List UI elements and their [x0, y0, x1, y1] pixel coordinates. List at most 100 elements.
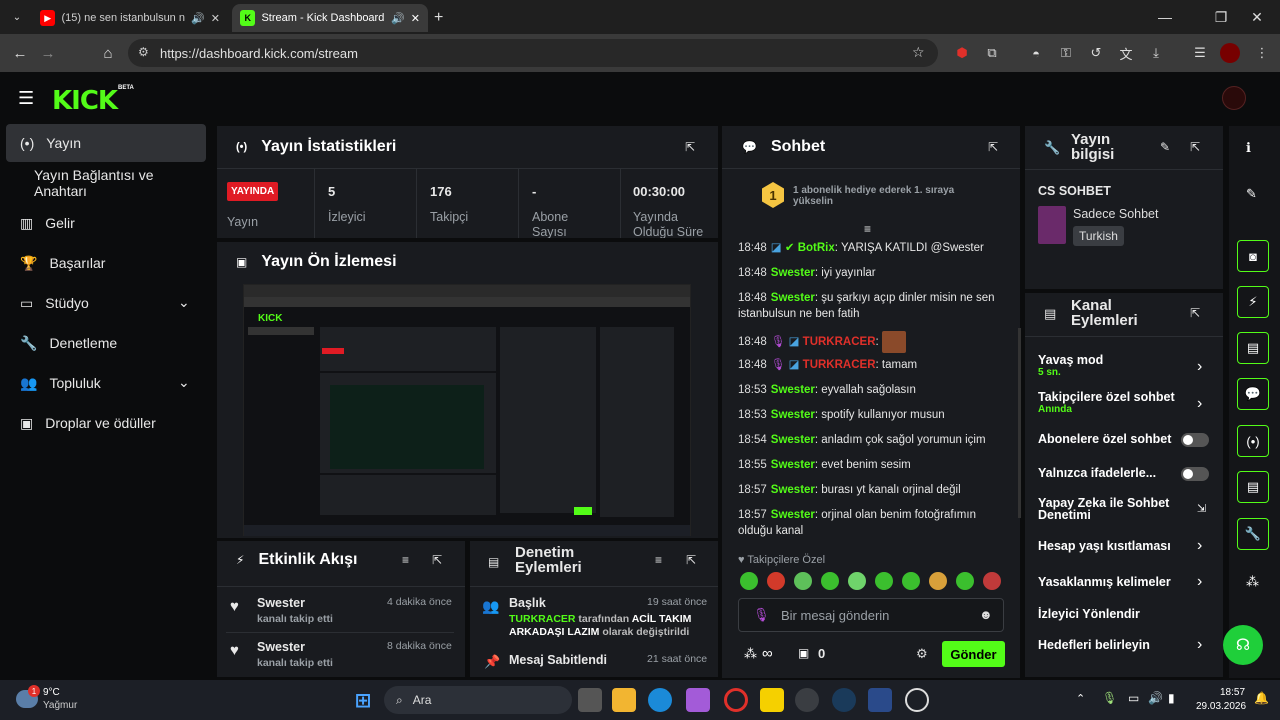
emote-icon[interactable]: [929, 572, 947, 590]
chat-user[interactable]: Swester: [771, 484, 815, 496]
emoji-icon[interactable]: ☻: [979, 607, 993, 622]
popout-icon[interactable]: ⇱: [432, 553, 442, 567]
chevron-right-icon[interactable]: ›: [1197, 537, 1202, 555]
chevron-right-icon[interactable]: ›: [1197, 573, 1202, 591]
slow-mode-row[interactable]: Yavaş mod 5 sn.: [1038, 353, 1214, 378]
tab-youtube[interactable]: ▶ (15) ne sen istanbulsun ne b 🔊 ✕: [32, 4, 228, 32]
emote-icon[interactable]: [767, 572, 785, 590]
emote-icon[interactable]: [740, 572, 758, 590]
chevron-right-icon[interactable]: ›: [1197, 358, 1202, 376]
chat-user[interactable]: Swester: [771, 459, 815, 471]
extensions-puzzle-icon[interactable]: ⧉: [982, 43, 1002, 63]
minimize-button[interactable]: —: [1142, 0, 1188, 34]
chat-user[interactable]: Swester: [771, 292, 815, 304]
sidebar-item-stream-key[interactable]: Yayın Bağlantısı ve Anahtarı: [6, 164, 206, 202]
activity-user[interactable]: Swester: [257, 596, 305, 610]
chat-user[interactable]: Swester: [771, 434, 815, 446]
help-headset-icon[interactable]: ☊: [1223, 625, 1263, 665]
chat-user[interactable]: Swester: [771, 384, 815, 396]
ai-moderation-row[interactable]: Yapay Zeka ile Sohbet Denetimi: [1038, 497, 1188, 522]
menu-icon[interactable]: ⋮: [1252, 43, 1272, 63]
pinned-toggle-icon[interactable]: ≡: [864, 222, 871, 236]
close-icon[interactable]: ✕: [211, 12, 220, 25]
popout-icon[interactable]: ⇱: [1190, 306, 1200, 320]
banned-words-row[interactable]: Yasaklanmış kelimeler: [1038, 575, 1214, 589]
profile-avatar[interactable]: [1220, 43, 1240, 63]
info-icon[interactable]: ℹ: [1246, 140, 1251, 156]
chat-user[interactable]: Swester: [771, 509, 815, 521]
send-button[interactable]: Gönder: [942, 641, 1005, 667]
obs-icon[interactable]: [905, 688, 929, 712]
filter-icon[interactable]: ≡: [402, 553, 409, 567]
emote-icon[interactable]: [956, 572, 974, 590]
account-age-row[interactable]: Hesap yaşı kısıtlaması: [1038, 539, 1214, 553]
new-tab-button[interactable]: +: [434, 9, 443, 27]
emote-icon[interactable]: [794, 572, 812, 590]
chat-user[interactable]: Swester: [771, 409, 815, 421]
chat-user[interactable]: TURKRACER: [803, 336, 876, 348]
opera-icon[interactable]: [724, 688, 748, 712]
sidebar-item-topluluk[interactable]: 👥 Topluluk ⌄: [6, 364, 206, 402]
emote-icon[interactable]: [983, 572, 1001, 590]
stream-preview-video[interactable]: KICK: [243, 284, 691, 536]
close-icon[interactable]: ✕: [411, 12, 420, 25]
game-icon[interactable]: [868, 688, 892, 712]
network-icon[interactable]: ▭: [1128, 691, 1139, 705]
goals-row[interactable]: Hedefleri belirleyin: [1038, 638, 1214, 652]
edge-icon[interactable]: [648, 688, 672, 712]
incognito-icon[interactable]: ◓: [1026, 43, 1046, 63]
external-link-icon[interactable]: ⇲: [1197, 502, 1206, 515]
notification-bell-icon[interactable]: 🔔: [1254, 691, 1269, 705]
emote-icon[interactable]: [875, 572, 893, 590]
category-thumbnail[interactable]: [1038, 206, 1066, 244]
document-icon[interactable]: ▤: [1237, 332, 1269, 364]
tab-list-icon[interactable]: ⌄: [8, 8, 26, 26]
mod-user[interactable]: TURKRACER: [509, 613, 576, 625]
extension-icon[interactable]: ⬢: [952, 43, 972, 63]
popout-icon[interactable]: ⇱: [988, 140, 998, 154]
wrench-icon[interactable]: 🔧: [1237, 518, 1269, 550]
emote-only-toggle[interactable]: [1181, 467, 1209, 481]
chevron-right-icon[interactable]: ›: [1197, 395, 1202, 413]
media-icon[interactable]: ☰: [1190, 43, 1210, 63]
edit-pencil-icon[interactable]: ✎: [1246, 186, 1257, 202]
steam-icon[interactable]: [832, 688, 856, 712]
popout-icon[interactable]: ⇱: [685, 140, 695, 154]
close-window-button[interactable]: ✕: [1234, 0, 1280, 34]
emote-icon[interactable]: [902, 572, 920, 590]
user-avatar[interactable]: [1222, 86, 1246, 110]
points-icon[interactable]: ⁂: [744, 646, 757, 662]
settings-gear-icon[interactable]: ⚙: [916, 646, 928, 662]
filter-icon[interactable]: ≡: [655, 553, 662, 567]
edit-pencil-icon[interactable]: ✎: [1160, 140, 1170, 154]
address-bar[interactable]: ⚙ https://dashboard.kick.com/stream ☆: [128, 39, 938, 67]
bolt-icon[interactable]: ⚡: [1237, 286, 1269, 318]
sticky-notes-icon[interactable]: [760, 688, 784, 712]
chat-user[interactable]: BotRix: [798, 242, 835, 254]
emote-icon[interactable]: [821, 572, 839, 590]
chat-scrollbar[interactable]: [1018, 328, 1021, 518]
chat-user[interactable]: TURKRACER: [803, 359, 876, 371]
points-icon[interactable]: ⁂: [1246, 574, 1259, 590]
hamburger-menu-icon[interactable]: ☰: [18, 88, 34, 109]
download-icon[interactable]: ⤓: [1146, 43, 1166, 63]
popout-icon[interactable]: ⇱: [1190, 140, 1200, 154]
camera-icon[interactable]: ◙: [1237, 240, 1269, 272]
sidebar-item-yayin[interactable]: (•) Yayın: [6, 124, 206, 162]
translate-icon[interactable]: 文: [1116, 43, 1136, 63]
site-info-icon[interactable]: ⚙: [138, 45, 149, 59]
history-icon[interactable]: ↺: [1086, 43, 1106, 63]
home-button[interactable]: ⌂: [96, 42, 120, 64]
sidebar-item-studyo[interactable]: ▭ Stüdyo ⌄: [6, 284, 206, 322]
raid-row[interactable]: İzleyici Yönlendir: [1038, 607, 1214, 621]
sidebar-item-droplar[interactable]: ▣ Droplar ve ödüller: [6, 404, 206, 442]
copilot-icon[interactable]: [686, 688, 710, 712]
tray-chevron-icon[interactable]: ⌃: [1076, 692, 1085, 705]
sidebar-item-basarilar[interactable]: 🏆 Başarılar: [6, 244, 206, 282]
gift-icon[interactable]: ▣: [798, 646, 809, 660]
chat-input[interactable]: 🎙 Bir mesaj gönderin ☻: [738, 598, 1004, 632]
file-explorer-icon[interactable]: [612, 688, 636, 712]
bookmark-star-icon[interactable]: ☆: [912, 44, 925, 61]
broadcast-icon[interactable]: (•): [1237, 425, 1269, 457]
popout-icon[interactable]: ⇱: [686, 553, 696, 567]
